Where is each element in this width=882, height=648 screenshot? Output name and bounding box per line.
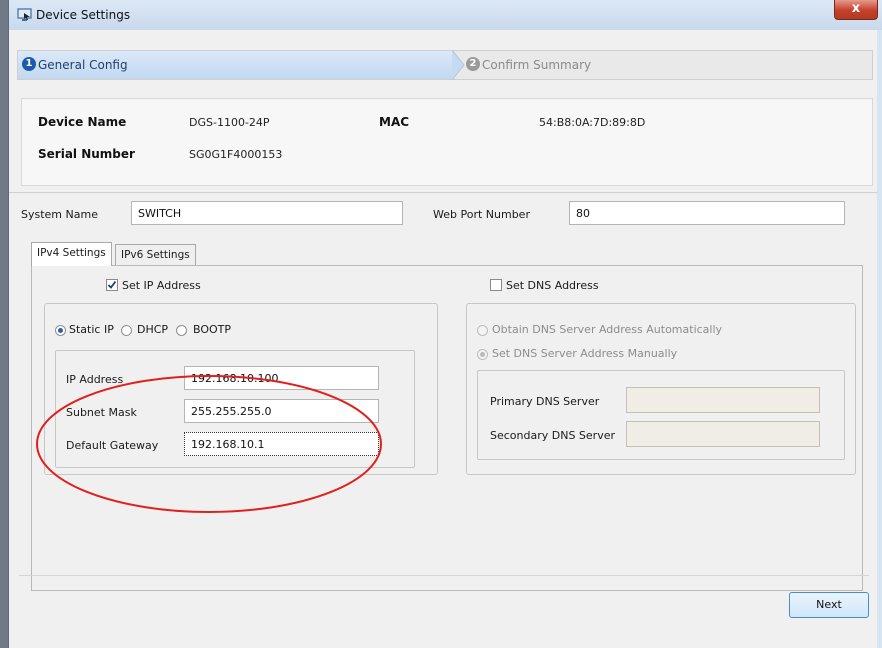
dhcp-label: DHCP [137,323,169,336]
device-settings-window: Device Settings x 1 General Config 2 Con… [8,0,882,648]
step-number-2: 2 [466,57,480,71]
ip-config-group: Static IP DHCP BOOTP IP Address Subnet M… [44,303,438,475]
static-ip-radio[interactable] [55,325,66,336]
dhcp-radio[interactable] [121,325,132,336]
primary-dns-label: Primary DNS Server [490,395,600,408]
dns-manual-label: Set DNS Server Address Manually [492,347,678,360]
system-name-label: System Name [21,208,98,221]
dialog-body: 1 General Config 2 Confirm Summary Devic… [9,30,877,648]
device-info-panel: Device Name DGS-1100-24P MAC 54:B8:0A:7D… [21,98,873,186]
set-dns-address-label: Set DNS Address [506,279,599,292]
footer-divider [19,575,869,576]
default-gateway-label: Default Gateway [66,439,159,452]
subnet-mask-label: Subnet Mask [66,406,137,419]
dns-auto-radio[interactable] [477,325,488,336]
step-label-confirm-summary: Confirm Summary [482,58,592,72]
set-dns-address-checkbox[interactable] [490,279,502,291]
bootp-radio[interactable] [176,325,187,336]
ip-address-label: IP Address [66,373,124,386]
device-name-value: DGS-1100-24P [189,116,270,129]
step-chevron-icon [452,50,465,80]
subnet-mask-input[interactable] [184,399,379,423]
device-name-label: Device Name [38,115,127,129]
divider [9,192,877,193]
primary-dns-input[interactable] [626,387,820,413]
dns-manual-radio[interactable] [477,349,488,360]
mac-value: 54:B8:0A:7D:89:8D [539,116,646,129]
serial-number-label: Serial Number [38,147,135,161]
static-ip-label: Static IP [69,323,114,336]
step-general-config[interactable]: 1 General Config [18,51,454,79]
close-button[interactable]: x [834,0,878,20]
title-bar: Device Settings x [9,0,882,30]
next-button[interactable]: Next [789,592,869,618]
default-gateway-input[interactable] [184,432,379,456]
dns-config-group: Obtain DNS Server Address Automatically … [466,303,856,475]
monitor-settings-icon [17,8,32,21]
tab-ipv4-settings[interactable]: IPv4 Settings [31,242,112,266]
secondary-dns-input[interactable] [626,421,820,447]
set-ip-address-label: Set IP Address [122,279,201,292]
wizard-steps: 1 General Config 2 Confirm Summary [17,50,873,80]
web-port-input[interactable] [569,201,845,225]
checkmark-icon [107,280,117,289]
step-number-1: 1 [22,57,36,71]
static-ip-fields-group: IP Address Subnet Mask Default Gateway [55,350,415,468]
tab-ipv6-settings[interactable]: IPv6 Settings [115,244,196,266]
ip-address-input[interactable] [184,366,379,390]
serial-number-value: SG0G1F4000153 [189,148,283,161]
dns-servers-group: Primary DNS Server Secondary DNS Server [477,370,845,460]
mac-label: MAC [379,115,410,129]
web-port-label: Web Port Number [433,208,530,221]
secondary-dns-label: Secondary DNS Server [490,429,616,442]
ipv4-settings-panel: Set IP Address Static IP DHCP BOOTP IP A… [31,265,863,591]
window-title: Device Settings [36,8,131,22]
dns-auto-label: Obtain DNS Server Address Automatically [492,323,723,336]
set-ip-address-checkbox[interactable] [106,279,118,291]
system-name-input[interactable] [131,201,403,225]
bootp-label: BOOTP [193,323,232,336]
step-label-general-config: General Config [38,58,128,72]
